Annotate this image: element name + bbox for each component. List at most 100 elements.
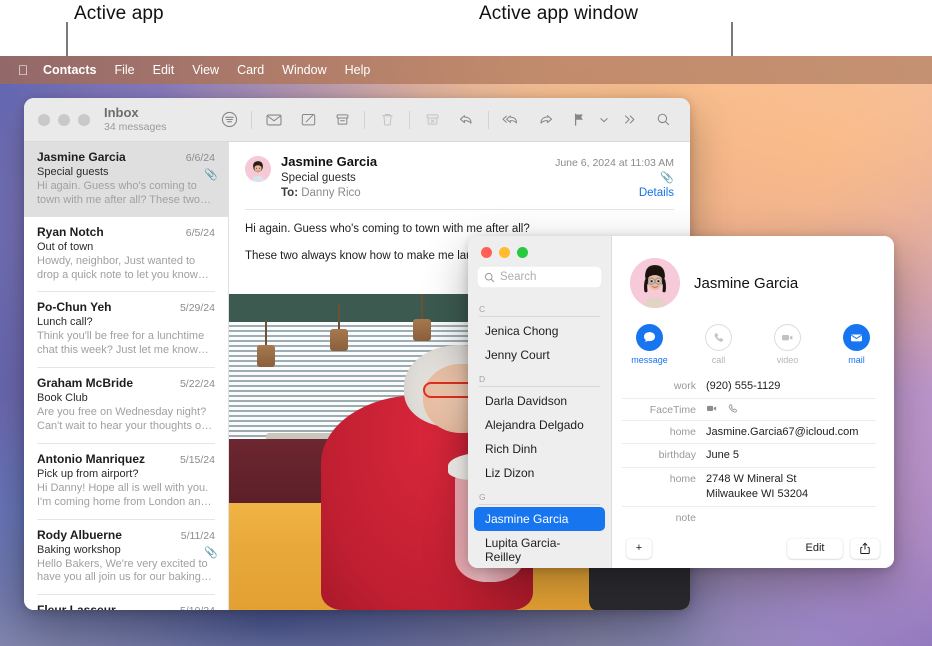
message-action-label: message <box>628 355 672 365</box>
mail-toolbar-buttons[interactable] <box>212 105 690 135</box>
list-item[interactable]: Darla Davidson <box>474 389 605 413</box>
contacts-list[interactable]: C Jenica Chong Jenny Court D Darla David… <box>468 297 611 568</box>
share-button[interactable] <box>850 538 880 559</box>
field-label: home <box>622 425 706 438</box>
mail-action-button[interactable]: mail <box>835 324 879 365</box>
contact-field-work-phone[interactable]: work (920) 555-1129 <box>622 375 876 398</box>
menu-bar[interactable]:  Contacts File Edit View Card Window He… <box>0 56 932 84</box>
mail-traffic-lights[interactable] <box>24 114 104 126</box>
add-contact-button[interactable]: + <box>626 538 652 559</box>
minimize-button[interactable] <box>58 114 70 126</box>
contacts-section-letter: C <box>468 297 611 316</box>
more-icon[interactable] <box>612 105 646 135</box>
filter-icon[interactable] <box>212 105 246 135</box>
annotation-line-active-app <box>66 22 68 56</box>
phone-icon[interactable] <box>727 403 739 415</box>
table-row[interactable]: Antonio Manriquez5/15/24 Pick up from ai… <box>24 444 228 519</box>
message-date: 5/10/24 <box>180 605 215 610</box>
call-action-button[interactable]: call <box>697 324 741 365</box>
contacts-section-letter: G <box>468 485 611 504</box>
zoom-button[interactable] <box>517 247 528 258</box>
video-camera-icon[interactable] <box>706 403 719 414</box>
mailbox-name: Inbox <box>104 106 166 121</box>
message-sender: Fleur Lasseur <box>37 603 116 610</box>
zoom-button[interactable] <box>78 114 90 126</box>
contacts-window[interactable]: Search C Jenica Chong Jenny Court D Darl… <box>468 236 894 568</box>
contact-field-home-email[interactable]: home Jasmine.Garcia67@icloud.com <box>622 420 876 444</box>
message-subject: Lunch call? <box>37 316 215 328</box>
contact-card-toolbar[interactable]: + Edit <box>612 528 894 568</box>
message-date: 5/29/24 <box>180 302 215 314</box>
apple-logo-icon[interactable]:  <box>12 63 34 77</box>
flag-icon[interactable] <box>562 105 596 135</box>
reply-all-icon[interactable] <box>494 105 528 135</box>
junk-icon[interactable] <box>415 105 449 135</box>
list-item[interactable]: Liz Dizon <box>474 461 605 485</box>
mail-action-label: mail <box>835 355 879 365</box>
contact-field-home-address[interactable]: home 2748 W Mineral St Milwaukee WI 5320… <box>622 467 876 505</box>
table-row[interactable]: Graham McBride5/22/24 Book Club Are you … <box>24 368 228 443</box>
menu-item-contacts[interactable]: Contacts <box>34 62 105 79</box>
message-sender: Po-Chun Yeh <box>37 300 111 314</box>
archive-icon[interactable] <box>325 105 359 135</box>
field-value: Jasmine.Garcia67@icloud.com <box>706 425 858 440</box>
chevron-down-icon[interactable] <box>596 105 612 135</box>
menu-item-view[interactable]: View <box>183 62 228 79</box>
contacts-traffic-lights[interactable] <box>468 236 611 266</box>
search-icon[interactable] <box>646 105 680 135</box>
message-sender: Graham McBride <box>37 376 133 390</box>
mark-unread-icon[interactable] <box>257 105 291 135</box>
list-item[interactable]: Alejandra Delgado <box>474 413 605 437</box>
message-date: 5/11/24 <box>181 530 215 542</box>
menu-item-card[interactable]: Card <box>228 62 273 79</box>
menu-item-edit[interactable]: Edit <box>144 62 184 79</box>
table-row[interactable]: Fleur Lasseur5/10/24 Soccer jerseys Are … <box>24 595 228 610</box>
menu-item-help[interactable]: Help <box>336 62 380 79</box>
video-action-button[interactable]: video <box>766 324 810 365</box>
mailbox-title: Inbox 34 messages <box>104 106 166 134</box>
list-item[interactable]: Lupita Garcia-Reilley <box>474 531 605 568</box>
field-label: birthday <box>622 448 706 461</box>
trash-icon[interactable] <box>370 105 404 135</box>
message-list[interactable]: Jasmine Garcia6/6/24 Special guests 📎 Hi… <box>24 142 229 610</box>
minimize-button[interactable] <box>499 247 510 258</box>
compose-icon[interactable] <box>291 105 325 135</box>
table-row[interactable]: Ryan Notch6/5/24 Out of town Howdy, neig… <box>24 217 228 292</box>
field-value: 2748 W Mineral St Milwaukee WI 53204 <box>706 472 808 501</box>
table-row[interactable]: Rody Albuerne5/11/24 Baking workshop 📎 H… <box>24 520 228 595</box>
message-date: 6/5/24 <box>186 227 215 239</box>
list-item[interactable]: Rich Dinh <box>474 437 605 461</box>
share-icon <box>859 542 871 555</box>
forward-icon[interactable] <box>528 105 562 135</box>
details-link[interactable]: Details <box>639 187 674 199</box>
contact-field-facetime[interactable]: FaceTime <box>622 398 876 420</box>
menu-item-file[interactable]: File <box>105 62 143 79</box>
close-button[interactable] <box>38 114 50 126</box>
table-row[interactable]: Jasmine Garcia6/6/24 Special guests 📎 Hi… <box>24 142 228 217</box>
list-item-selected[interactable]: Jasmine Garcia <box>474 507 605 531</box>
field-value-icons <box>706 403 739 415</box>
reply-icon[interactable] <box>449 105 483 135</box>
field-value: (920) 555-1129 <box>706 379 780 394</box>
contact-field-note[interactable]: note <box>622 506 876 528</box>
menu-item-window[interactable]: Window <box>273 62 335 79</box>
field-label: note <box>622 511 706 524</box>
contact-actions[interactable]: message call video <box>612 308 894 369</box>
search-input[interactable]: Search <box>477 266 602 288</box>
contact-field-birthday[interactable]: birthday June 5 <box>622 443 876 467</box>
envelope-icon <box>843 324 870 351</box>
table-row[interactable]: Po-Chun Yeh5/29/24 Lunch call? Think you… <box>24 292 228 367</box>
message-preview: Hi Danny! Hope all is well with you. I'm… <box>37 482 215 510</box>
list-item[interactable]: Jenny Court <box>474 343 605 367</box>
mail-toolbar[interactable]: Inbox 34 messages <box>24 98 690 142</box>
message-preview: Are you free on Wednesday night? Can't w… <box>37 406 215 434</box>
list-item[interactable]: Jenica Chong <box>474 319 605 343</box>
field-label: FaceTime <box>622 403 706 416</box>
call-action-label: call <box>697 355 741 365</box>
contacts-section-letter: D <box>468 367 611 386</box>
message-action-button[interactable]: message <box>628 324 672 365</box>
avatar[interactable] <box>630 258 680 308</box>
close-button[interactable] <box>481 247 492 258</box>
contacts-sidebar[interactable]: Search C Jenica Chong Jenny Court D Darl… <box>468 236 612 568</box>
edit-button[interactable]: Edit <box>787 538 843 559</box>
